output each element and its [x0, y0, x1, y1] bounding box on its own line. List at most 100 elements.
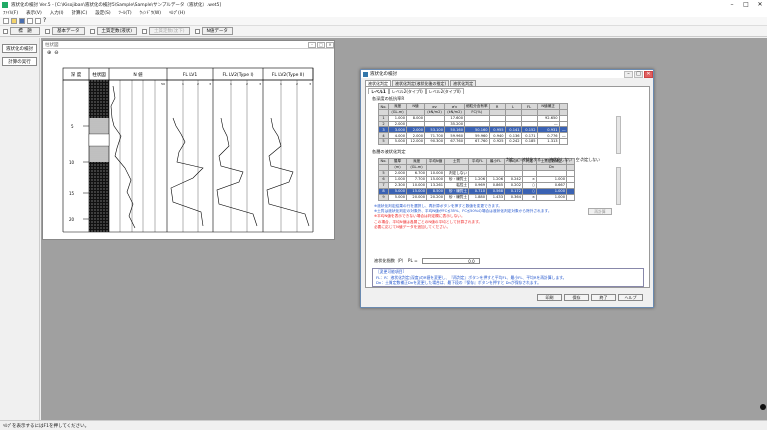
- menu-file[interactable]: ﾌｧｲﾙ(F): [3, 10, 18, 16]
- resistance-table: No. 深度 N値 σv σ'v 細粒分含有率 R L FL N値補正 (GL-m) (kN/m2)(…: [378, 103, 568, 145]
- subtab-level1[interactable]: レベル1: [368, 88, 389, 94]
- menu-help[interactable]: ﾍﾙﾌﾟ(H): [169, 10, 185, 16]
- table-cell: 67.760: [464, 138, 490, 145]
- liquefaction-study-button[interactable]: 液状化の検討: [2, 44, 37, 53]
- soil-const-liq-button[interactable]: 土質定数(液状): [96, 27, 138, 35]
- open-folder-icon[interactable]: [11, 18, 17, 24]
- zoom-out-icon[interactable]: ⊖: [54, 50, 58, 56]
- table-cell: [566, 193, 575, 201]
- maximize-icon[interactable]: □: [739, 0, 753, 9]
- col-n: N 値: [133, 71, 143, 78]
- print-button[interactable]: 印刷: [537, 294, 562, 301]
- pl-value-field: 0.0: [421, 258, 480, 264]
- help-icon[interactable]: ?: [43, 18, 49, 24]
- corner-indicator-icon: [760, 404, 766, 410]
- save-button[interactable]: 保存: [564, 294, 589, 301]
- table-cell: 1.433: [486, 193, 505, 201]
- save-icon[interactable]: [19, 18, 25, 24]
- fl3-tick-2: 2: [296, 82, 298, 86]
- print-icon[interactable]: [27, 18, 33, 24]
- n-value-data-button[interactable]: N値データ: [201, 27, 233, 35]
- fl1-line: [170, 117, 204, 227]
- table-cell: 0.364: [504, 193, 523, 201]
- app-icon: [2, 1, 8, 8]
- table-cell: 5.000: [388, 138, 407, 145]
- window-title: 液状化の検討 Ver.5 - [C:\Kisojiban\液状化の検討5\Sam…: [11, 2, 222, 8]
- table-cell: 砂・礫質土: [444, 193, 469, 201]
- table-row[interactable]: 5 5.000 12.000 90.300 67.760 67.760 0.925 0.242…: [378, 138, 568, 145]
- boring-log-window: 柱状図 – □ ✕ ⊕ ⊖ 深 度 柱状図 N 値 FL LV1 FL LV2(…: [42, 40, 335, 240]
- section-layer-judgement: 各層の液状化判定: [372, 148, 406, 154]
- table-row[interactable]: 9 5.000 20.000 20.200 砂・礫質土 1.880 1.433 0.364 × 1…: [378, 193, 575, 201]
- preview-icon[interactable]: [35, 18, 41, 24]
- menu-settings[interactable]: 設定(S): [95, 10, 110, 16]
- subtab-level2-type2[interactable]: レベル2(タイプII): [425, 88, 464, 94]
- layer-gravel: [89, 80, 109, 118]
- dialog-maximize-icon[interactable]: □: [634, 70, 643, 78]
- check-soil-settle[interactable]: [142, 28, 148, 34]
- table-cell: 1.880: [468, 193, 487, 201]
- table-cell: 0.242: [504, 138, 522, 145]
- table-cell: 砂・礫質土: [444, 175, 469, 183]
- table-cell: 1.313: [536, 138, 560, 145]
- dialog-button-row: 印刷 保存 終了 ヘルプ: [537, 294, 645, 301]
- standard-toolbar: ?: [0, 17, 767, 26]
- table-cell: 1.000: [536, 193, 567, 201]
- check-title[interactable]: [3, 28, 8, 34]
- menu-bar: ﾌｧｲﾙ(F) 表示(V) 入力(I) 計算(C) 設定(S) ﾂｰﾙ(T) ｳ…: [0, 9, 767, 17]
- table2-scrollbar[interactable]: [616, 167, 621, 205]
- run-calc-button[interactable]: 計算の実行: [2, 57, 37, 66]
- n-value-line: [110, 85, 136, 229]
- menu-tools[interactable]: ﾂｰﾙ(T): [119, 10, 132, 16]
- depth-20: 20: [69, 217, 75, 222]
- check-soil-liq[interactable]: [89, 28, 95, 34]
- menu-input[interactable]: 入力(I): [50, 10, 64, 16]
- layer-clay-2: [89, 146, 109, 162]
- new-file-icon[interactable]: [3, 18, 9, 24]
- check-basic[interactable]: [45, 28, 50, 34]
- boring-log-chart: 深 度 柱状図 N 値 FL LV1 FL LV2(Type I) FL LV2…: [62, 67, 314, 233]
- menu-view[interactable]: 表示(V): [26, 10, 42, 16]
- table-cell: 判定しない: [444, 169, 469, 177]
- table-cell: 67.760: [444, 138, 465, 145]
- log-maximize-icon[interactable]: □: [317, 41, 325, 48]
- menu-calc[interactable]: 計算(C): [72, 10, 88, 16]
- minimize-icon[interactable]: –: [725, 0, 739, 9]
- fl2-line: [216, 117, 258, 227]
- left-panel: 液状化の検討 計算の実行: [0, 38, 40, 420]
- layer-clay-1: [89, 118, 109, 134]
- column-header: 平均N値: [426, 157, 445, 165]
- menu-window[interactable]: ｳｨﾝﾄﾞｳ(W): [140, 10, 161, 16]
- col-fl1: FL LV1: [183, 72, 198, 78]
- layer-gravel-2: [89, 162, 109, 232]
- fl2-tick-1: 1: [230, 82, 232, 86]
- table-cell: 20.000: [406, 193, 427, 201]
- dialog-app-icon: [363, 71, 368, 77]
- table1-scrollbar[interactable]: [616, 116, 621, 154]
- title-button[interactable]: 標 題: [10, 27, 40, 35]
- application-window: 液状化の検討 Ver.5 - [C:\Kisojiban\液状化の検討5\Sam…: [0, 0, 767, 430]
- liquefaction-dialog: 液状化の検討 – □ ✕ 液状化判定 液状化判定(液状化後の推定) 液状化判定 …: [360, 69, 654, 308]
- basic-data-button[interactable]: 基本データ: [52, 27, 85, 35]
- fl1-tick-1: 1: [182, 82, 184, 86]
- log-close-icon[interactable]: ✕: [326, 41, 334, 48]
- check-n-value[interactable]: [194, 28, 200, 34]
- zoom-in-icon[interactable]: ⊕: [47, 50, 51, 56]
- exit-button[interactable]: 終了: [591, 294, 616, 301]
- column-header: 細粒分含有率: [464, 103, 490, 110]
- boring-log-title: 柱状図: [45, 42, 59, 48]
- log-minimize-icon[interactable]: –: [308, 41, 316, 48]
- depth-15: 15: [69, 191, 75, 196]
- help-button[interactable]: ヘルプ: [618, 294, 643, 301]
- close-icon[interactable]: ✕: [753, 0, 767, 9]
- table-cell: [558, 138, 568, 145]
- editable-items-info: ［変更可能項目］ FL：R：液状化判定(深度)のR値を変更し、『再判定』ボタンを…: [372, 268, 644, 287]
- fl3-tick-3: 3: [309, 82, 311, 86]
- dialog-close-icon[interactable]: ✕: [644, 70, 653, 78]
- fl1-tick-3: 3: [209, 82, 211, 86]
- dialog-minimize-icon[interactable]: –: [624, 70, 633, 78]
- table-cell: 12.000: [406, 138, 425, 145]
- dialog-title: 液状化の検討: [370, 72, 397, 77]
- subtab-level2-type1[interactable]: レベル2(タイプI): [388, 88, 426, 94]
- col-log: 柱状図: [92, 71, 106, 78]
